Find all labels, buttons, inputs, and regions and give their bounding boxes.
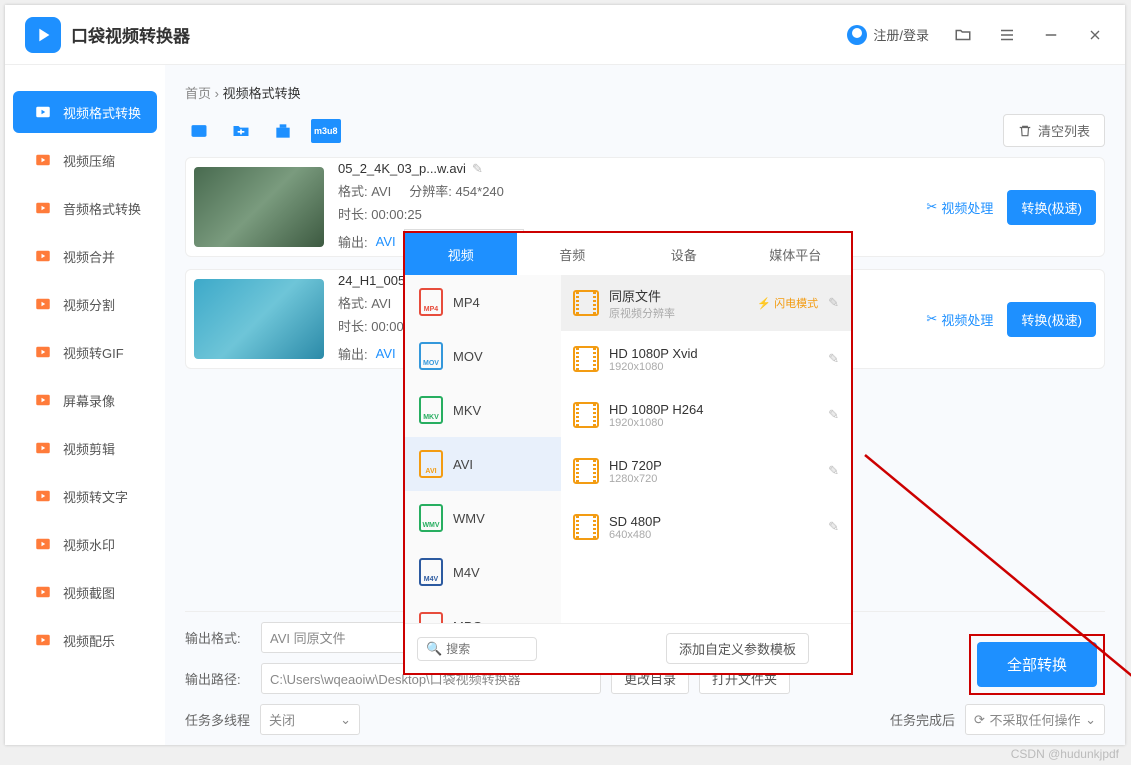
app-logo <box>25 17 61 53</box>
video-process-link[interactable]: ✂视频处理 <box>926 198 993 217</box>
edit-icon[interactable]: ✎ <box>472 161 483 177</box>
format-item-wmv[interactable]: WMVWMV <box>405 491 561 545</box>
sidebar-icon <box>33 246 53 266</box>
format-item-avi[interactable]: AVIAVI <box>405 437 561 491</box>
edit-icon[interactable]: ✎ <box>828 463 839 479</box>
sidebar-item-2[interactable]: 音频格式转换 <box>13 187 157 229</box>
sidebar-icon <box>33 582 53 602</box>
resolution-item-0[interactable]: 同原文件原视频分辨率⚡ 闪电模式✎ <box>561 275 851 331</box>
output-path-label: 输出路径: <box>185 669 251 688</box>
folder-icon[interactable] <box>953 25 973 45</box>
watermark: CSDN @hudunkjpdf <box>1011 747 1119 761</box>
add-folder-icon[interactable] <box>227 119 255 143</box>
task-done-select[interactable]: ⟳ 不采取任何操作⌄ <box>965 704 1105 735</box>
sidebar-item-0[interactable]: 视频格式转换 <box>13 91 157 133</box>
format-item-mov[interactable]: MOVMOV <box>405 329 561 383</box>
sidebar-item-6[interactable]: 屏幕录像 <box>13 379 157 421</box>
format-file-icon: WMV <box>419 504 443 532</box>
edit-icon[interactable]: ✎ <box>828 519 839 535</box>
scissors-icon: ✂ <box>926 311 937 327</box>
convert-all-highlight: 全部转换 <box>969 634 1105 695</box>
clear-list-button[interactable]: 清空列表 <box>1003 114 1105 147</box>
edit-icon[interactable]: ✎ <box>828 295 839 311</box>
format-file-icon: MP4 <box>419 288 443 316</box>
format-file-icon: MKV <box>419 396 443 424</box>
resolution-item-4[interactable]: SD 480P640x480✎ <box>561 499 851 555</box>
task-threads-select[interactable]: 关闭⌄ <box>260 704 360 735</box>
format-popup: 视频音频设备媒体平台 MP4MP4MOVMOVMKVMKVAVIAVIWMVWM… <box>403 231 853 675</box>
sidebar-item-5[interactable]: 视频转GIF <box>13 331 157 373</box>
file-name: 05_2_4K_03_p...w.avi ✎ <box>338 161 912 177</box>
sidebar-icon <box>33 342 53 362</box>
convert-all-button[interactable]: 全部转换 <box>977 642 1097 687</box>
resolution-item-3[interactable]: HD 720P1280x720✎ <box>561 443 851 499</box>
flash-mode-badge: ⚡ 闪电模式 <box>757 295 818 311</box>
film-icon <box>573 346 599 372</box>
format-tab-3[interactable]: 媒体平台 <box>740 233 852 275</box>
video-process-link[interactable]: ✂视频处理 <box>926 310 993 329</box>
format-file-icon: MPG <box>419 612 443 623</box>
film-icon <box>573 514 599 540</box>
resolution-item-2[interactable]: HD 1080P H2641920x1080✎ <box>561 387 851 443</box>
format-file-icon: MOV <box>419 342 443 370</box>
sidebar-item-3[interactable]: 视频合并 <box>13 235 157 277</box>
add-file-icon[interactable] <box>185 119 213 143</box>
trash-icon <box>1018 124 1032 138</box>
sidebar-item-9[interactable]: 视频水印 <box>13 523 157 565</box>
app-title: 口袋视频转换器 <box>71 22 190 47</box>
format-file-icon: AVI <box>419 450 443 478</box>
format-item-mpg[interactable]: MPGMPG <box>405 599 561 623</box>
sidebar-item-10[interactable]: 视频截图 <box>13 571 157 613</box>
close-icon[interactable] <box>1085 25 1105 45</box>
output-format-label: 输出格式: <box>185 628 251 647</box>
edit-icon[interactable]: ✎ <box>828 407 839 423</box>
task-threads-label: 任务多线程 <box>185 710 250 729</box>
sidebar-item-7[interactable]: 视频剪辑 <box>13 427 157 469</box>
avatar-icon <box>847 25 867 45</box>
scissors-icon: ✂ <box>926 199 937 215</box>
breadcrumb: 首页 › 视频格式转换 <box>185 83 1105 102</box>
film-icon <box>573 290 599 316</box>
film-icon <box>573 402 599 428</box>
edit-icon[interactable]: ✎ <box>828 351 839 367</box>
sidebar-icon <box>33 198 53 218</box>
format-item-m4v[interactable]: M4VM4V <box>405 545 561 599</box>
sidebar-icon <box>33 150 53 170</box>
task-done-label: 任务完成后 <box>890 710 955 729</box>
sidebar-icon <box>33 390 53 410</box>
add-template-button[interactable]: 添加自定义参数模板 <box>666 633 809 664</box>
format-item-mp4[interactable]: MP4MP4 <box>405 275 561 329</box>
sidebar-icon <box>33 534 53 554</box>
thumbnail[interactable] <box>194 279 324 359</box>
convert-button[interactable]: 转换(极速) <box>1007 302 1096 337</box>
format-item-mkv[interactable]: MKVMKV <box>405 383 561 437</box>
sidebar-item-4[interactable]: 视频分割 <box>13 283 157 325</box>
format-file-icon: M4V <box>419 558 443 586</box>
sidebar-icon <box>33 486 53 506</box>
sidebar-icon <box>33 438 53 458</box>
sidebar-item-1[interactable]: 视频压缩 <box>13 139 157 181</box>
thumbnail[interactable] <box>194 167 324 247</box>
minimize-icon[interactable] <box>1041 25 1061 45</box>
format-search-input[interactable]: 🔍 <box>417 637 537 661</box>
search-icon: 🔍 <box>426 641 442 657</box>
sidebar-icon <box>33 630 53 650</box>
sidebar-item-11[interactable]: 视频配乐 <box>13 619 157 661</box>
convert-button[interactable]: 转换(极速) <box>1007 190 1096 225</box>
format-tab-1[interactable]: 音频 <box>517 233 629 275</box>
sidebar-icon <box>33 294 53 314</box>
resolution-item-1[interactable]: HD 1080P Xvid1920x1080✎ <box>561 331 851 387</box>
login-link[interactable]: 注册/登录 <box>847 25 929 45</box>
sidebar: 视频格式转换视频压缩音频格式转换视频合并视频分割视频转GIF 屏幕录像视频剪辑视频… <box>5 65 165 745</box>
m3u8-icon[interactable]: m3u8 <box>311 119 341 143</box>
toolbox-icon[interactable] <box>269 119 297 143</box>
format-tab-2[interactable]: 设备 <box>628 233 740 275</box>
film-icon <box>573 458 599 484</box>
format-tab-0[interactable]: 视频 <box>405 233 517 275</box>
sidebar-item-8[interactable]: 视频转文字 <box>13 475 157 517</box>
sidebar-icon <box>33 102 53 122</box>
menu-icon[interactable] <box>997 25 1017 45</box>
